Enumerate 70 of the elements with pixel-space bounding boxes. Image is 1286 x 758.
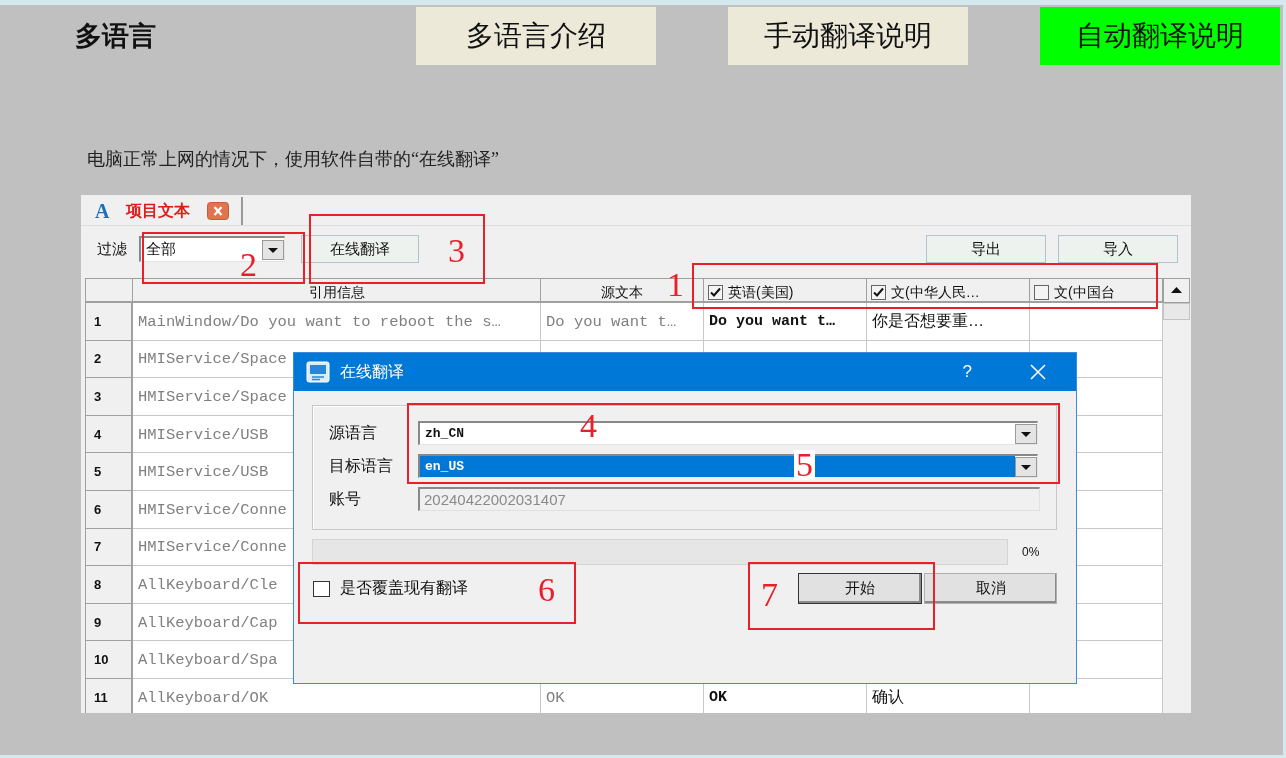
filter-label: 过滤 — [97, 239, 127, 259]
field-label: 源语言 — [329, 422, 378, 443]
slide-title: 多语言 — [75, 20, 157, 53]
reference-path: AllKeyboard/Cap — [138, 613, 278, 632]
toolbar-button[interactable]: 导入 — [1058, 235, 1178, 263]
letter-a-icon: A — [95, 199, 110, 223]
close-icon[interactable] — [207, 202, 230, 220]
online-translate-button[interactable]: 在线翻译 — [301, 235, 419, 263]
checkbox[interactable] — [708, 285, 723, 300]
row-number: 6 — [85, 490, 133, 529]
reference-path: HMIService/Space — [138, 350, 287, 369]
reference-path: HMIService/USB — [138, 463, 269, 482]
row-number: 9 — [85, 603, 133, 642]
checkbox[interactable] — [871, 285, 886, 300]
language-label: 文(中国台 — [1054, 283, 1115, 301]
column-header[interactable]: 文(中华人民… — [867, 278, 1030, 303]
app-icon — [306, 361, 330, 383]
column-header[interactable]: 文(中国台 — [1030, 278, 1163, 303]
caret-icon[interactable] — [1015, 456, 1037, 477]
reference-path: MainWindow/Do you want to reboot the s… — [138, 312, 501, 331]
row-number: 1 — [85, 303, 133, 341]
row-number: 2 — [85, 340, 133, 379]
annotation-number: 7 — [761, 578, 778, 612]
progress-reading: 0% — [1022, 545, 1040, 559]
chinese-text: 你是否想要重… — [872, 311, 984, 332]
annotation-number: 3 — [448, 234, 465, 268]
english-text: OK — [709, 689, 727, 707]
reference-path: HMIService/Space — [138, 388, 287, 406]
section-tab[interactable]: 自动翻译说明 — [1040, 7, 1280, 65]
annotation-number: 6 — [538, 573, 555, 607]
reference-path: AllKeyboard/Cle — [138, 575, 278, 594]
annotation-number: 5 — [794, 450, 815, 480]
row-number: 10 — [85, 641, 133, 679]
row-number: 8 — [85, 566, 133, 604]
reference-path: AllKeyboard/OK — [138, 688, 269, 707]
reference-path: HMIService/Conne — [138, 538, 287, 557]
chinese-text: 确认 — [872, 687, 904, 708]
scrollbar-thumb[interactable] — [1163, 303, 1190, 320]
row-number: 4 — [85, 415, 133, 454]
document-tab[interactable]: A 项目文本 — [82, 197, 244, 225]
language-label: 英语(美国) — [728, 283, 794, 301]
row-number: 7 — [85, 528, 133, 567]
dialog-button[interactable]: 开始 — [798, 573, 922, 604]
english-text: Do you want t… — [709, 313, 836, 331]
caret-icon[interactable] — [1015, 423, 1037, 444]
language-label: 文(中华人民… — [891, 283, 980, 301]
caption: 电脑正常上网的情况下，使用软件自带的“在线翻译” — [87, 148, 500, 171]
reference-path: HMIService/Conne — [138, 500, 287, 519]
row-number: 5 — [85, 453, 133, 491]
caret-icon[interactable] — [262, 239, 284, 260]
source-text: Do you want t… — [546, 312, 677, 331]
checkbox[interactable] — [313, 580, 330, 597]
reference-path: HMIService/USB — [138, 425, 269, 444]
reference-path: AllKeyboard/Spa — [138, 651, 278, 670]
checkbox-label: 是否覆盖现有翻译 — [340, 578, 468, 598]
field-label: 目标语言 — [329, 455, 394, 476]
section-tab[interactable]: 手动翻译说明 — [728, 7, 968, 65]
scroll-up-button[interactable] — [1163, 278, 1190, 303]
section-tab[interactable]: 多语言介绍 — [416, 7, 656, 65]
column-header[interactable]: 英语(美国) — [704, 278, 867, 303]
source-text: OK — [546, 688, 565, 707]
help-button[interactable]: ? — [962, 362, 972, 382]
checkbox[interactable] — [1034, 285, 1049, 300]
toolbar-button[interactable]: 导出 — [926, 235, 1046, 263]
dialog-title: 在线翻译 — [340, 361, 404, 382]
row-number: 11 — [85, 678, 133, 713]
dialog-button[interactable]: 取消 — [924, 573, 1057, 604]
field-label: 账号 — [329, 488, 362, 509]
column-header[interactable]: 引用信息 — [133, 278, 541, 303]
row-number: 3 — [85, 378, 133, 416]
